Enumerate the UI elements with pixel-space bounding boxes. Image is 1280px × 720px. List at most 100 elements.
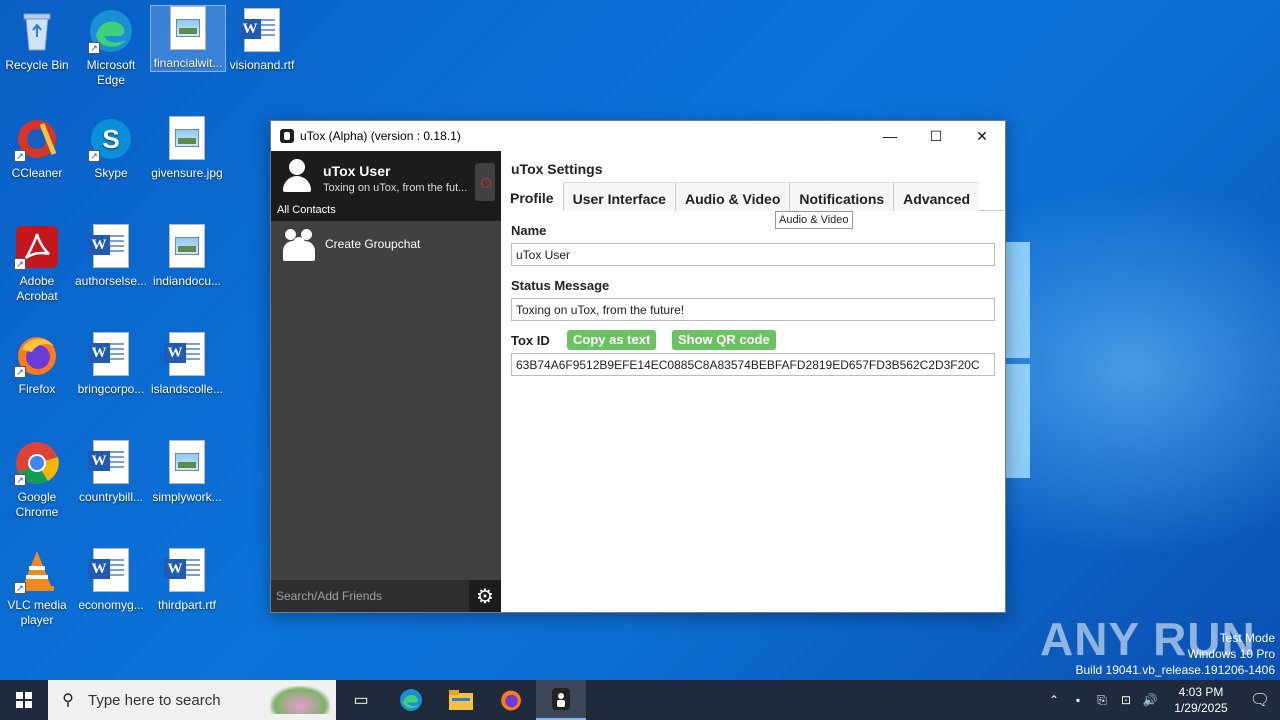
maximize-button[interactable]: ☐ bbox=[913, 121, 959, 151]
desktop-icon-adobe-acrobat[interactable]: ↗ Adobe Acrobat bbox=[0, 224, 74, 304]
user-avatar-icon bbox=[281, 159, 313, 193]
desktop-icon-edge[interactable]: ↗ Microsoft Edge bbox=[74, 8, 148, 88]
build-info: Test Mode Windows 10 Pro Build 19041.vb_… bbox=[1076, 630, 1276, 678]
chrome-icon: ↗ bbox=[14, 440, 60, 486]
build-info-line: Build 19041.vb_release.191206-1406 bbox=[1075, 663, 1276, 677]
desktop-icon-firefox[interactable]: ↗ Firefox bbox=[0, 332, 74, 397]
tab-audio-video[interactable]: Audio & Video bbox=[674, 182, 790, 211]
desktop-icon-thirdpart[interactable]: W thirdpart.rtf bbox=[150, 548, 224, 613]
desktop-icon-label: bringcorpo... bbox=[77, 382, 145, 396]
file-explorer-icon[interactable] bbox=[436, 680, 486, 720]
device-icon[interactable]: ⎘ bbox=[1090, 693, 1114, 708]
word-document-icon: W bbox=[88, 548, 134, 594]
tab-notifications[interactable]: Notifications bbox=[789, 182, 894, 211]
tab-profile[interactable]: Profile bbox=[501, 182, 563, 211]
shortcut-arrow-icon: ↗ bbox=[14, 258, 26, 270]
desktop-icon-vlc[interactable]: ↗ VLC media player bbox=[0, 548, 74, 628]
copy-as-text-button[interactable]: Copy as text bbox=[567, 330, 657, 350]
desktop-icon-visionand[interactable]: W visionand.rtf bbox=[225, 8, 299, 73]
taskbar-utox-icon[interactable] bbox=[536, 680, 586, 720]
utox-tray-icon[interactable]: ▪ bbox=[1066, 693, 1090, 707]
desktop-icon-authorselse[interactable]: W authorselse... bbox=[74, 224, 148, 289]
settings-tabs: Profile User Interface Audio & Video Not… bbox=[501, 182, 1005, 211]
desktop-icon-label: authorselse... bbox=[74, 274, 148, 288]
volume-icon[interactable]: 🔊 bbox=[1138, 693, 1162, 707]
taskbar: ⚲ Type here to search ▭ ⌃ ▪ ⎘ ⊡ 🔊 4:03 P… bbox=[0, 680, 1280, 720]
tab-user-interface[interactable]: User Interface bbox=[562, 182, 675, 211]
desktop-icon-recycle-bin[interactable]: Recycle Bin bbox=[0, 8, 74, 73]
clock-date: 1/29/2025 bbox=[1174, 701, 1228, 715]
desktop-icon-bringcorpo[interactable]: W bringcorpo... bbox=[74, 332, 148, 397]
shortcut-arrow-icon: ↗ bbox=[88, 150, 100, 162]
skype-icon: S ↗ bbox=[88, 116, 134, 162]
vlc-icon: ↗ bbox=[14, 548, 60, 594]
word-document-icon: W bbox=[164, 332, 210, 378]
show-qr-code-button[interactable]: Show QR code bbox=[672, 330, 776, 350]
desktop-icon-label: Adobe Acrobat bbox=[16, 274, 58, 303]
build-info-line: Test Mode bbox=[1219, 631, 1275, 645]
desktop-icon-label: simplywork... bbox=[152, 490, 222, 504]
desktop-icon-label: givensure.jpg bbox=[151, 166, 223, 180]
notification-icon[interactable]: 🗨 bbox=[1240, 690, 1280, 710]
edge-icon: ↗ bbox=[88, 8, 134, 54]
desktop-icon-label: countrybill... bbox=[78, 490, 144, 504]
word-document-icon: W bbox=[88, 440, 134, 486]
chevron-up-icon[interactable]: ⌃ bbox=[1042, 693, 1066, 707]
gear-icon[interactable]: ⚙ bbox=[469, 580, 501, 612]
network-icon[interactable]: ⊡ bbox=[1114, 693, 1138, 707]
name-field[interactable]: uTox User bbox=[511, 243, 995, 266]
word-document-icon: W bbox=[88, 224, 134, 270]
taskbar-firefox-icon[interactable] bbox=[486, 680, 536, 720]
clock[interactable]: 4:03 PM 1/29/2025 bbox=[1162, 684, 1240, 716]
desktop-icon-givensure[interactable]: givensure.jpg bbox=[150, 116, 224, 181]
shortcut-arrow-icon: ↗ bbox=[14, 366, 26, 378]
tab-advanced[interactable]: Advanced bbox=[893, 182, 980, 211]
desktop-icon-islandscolle[interactable]: W islandscolle... bbox=[150, 332, 224, 397]
image-file-icon bbox=[164, 116, 210, 162]
self-status-message: Toxing on uTox, from the fut... bbox=[323, 182, 468, 194]
windows-wallpaper-logo bbox=[1005, 242, 1030, 478]
desktop-icon-simplywork[interactable]: simplywork... bbox=[150, 440, 224, 505]
minimize-button[interactable]: — bbox=[867, 121, 913, 151]
desktop-icon-ccleaner[interactable]: ↗ CCleaner bbox=[0, 116, 74, 181]
shortcut-arrow-icon: ↗ bbox=[14, 582, 26, 594]
window-title: uTox (Alpha) (version : 0.18.1) bbox=[300, 129, 461, 143]
status-message-field[interactable]: Toxing on uTox, from the future! bbox=[511, 298, 995, 321]
title-bar[interactable]: uTox (Alpha) (version : 0.18.1) — ☐ ✕ bbox=[271, 121, 1005, 151]
name-label: Name bbox=[511, 223, 547, 238]
shortcut-arrow-icon: ↗ bbox=[14, 474, 26, 486]
settings-title: uTox Settings bbox=[511, 161, 603, 177]
system-tray: ⌃ ▪ ⎘ ⊡ 🔊 4:03 PM 1/29/2025 🗨 bbox=[1042, 680, 1280, 720]
desktop-icon-label: Google Chrome bbox=[15, 490, 59, 519]
desktop-icon-label: islandscolle... bbox=[150, 382, 224, 396]
self-profile[interactable]: uTox User Toxing on uTox, from the fut..… bbox=[271, 151, 501, 221]
sidebar: uTox User Toxing on uTox, from the fut..… bbox=[271, 151, 501, 612]
desktop-icon-google-chrome[interactable]: ↗ Google Chrome bbox=[0, 440, 74, 520]
desktop-icon-financialwit[interactable]: financialwit... bbox=[150, 5, 226, 72]
task-view-icon[interactable]: ▭ bbox=[336, 680, 386, 720]
desktop-icon-economyg[interactable]: W economyg... bbox=[74, 548, 148, 613]
taskbar-search-placeholder: Type here to search bbox=[88, 691, 221, 709]
firefox-icon: ↗ bbox=[14, 332, 60, 378]
svg-text:S: S bbox=[102, 124, 119, 154]
tox-id-label: Tox ID bbox=[511, 333, 550, 348]
desktop-icon-indiandocu[interactable]: indiandocu... bbox=[150, 224, 224, 289]
search-bar: ⚙ bbox=[271, 580, 501, 612]
utox-app-icon bbox=[280, 129, 294, 143]
taskbar-edge-icon[interactable] bbox=[386, 680, 436, 720]
desktop-icon-countrybill[interactable]: W countrybill... bbox=[74, 440, 148, 505]
create-groupchat-button[interactable]: Create Groupchat bbox=[271, 221, 501, 267]
windows-logo-icon bbox=[16, 692, 32, 708]
contacts-filter[interactable]: All Contacts bbox=[277, 204, 336, 216]
desktop-icon-skype[interactable]: S ↗ Skype bbox=[74, 116, 148, 181]
self-name: uTox User bbox=[323, 163, 391, 179]
shortcut-arrow-icon: ↗ bbox=[88, 42, 100, 54]
start-button[interactable] bbox=[0, 680, 48, 720]
close-button[interactable]: ✕ bbox=[959, 121, 1005, 151]
status-toggle-button[interactable] bbox=[475, 163, 495, 201]
search-add-friends-input[interactable] bbox=[271, 580, 469, 612]
tooltip: Audio & Video bbox=[775, 211, 853, 229]
tox-id-field[interactable]: 63B74A6F9512B9EFE14EC0885C8A83574BEBFAFD… bbox=[511, 353, 995, 376]
recycle-bin-icon bbox=[14, 8, 60, 54]
taskbar-search[interactable]: ⚲ Type here to search bbox=[48, 680, 336, 720]
